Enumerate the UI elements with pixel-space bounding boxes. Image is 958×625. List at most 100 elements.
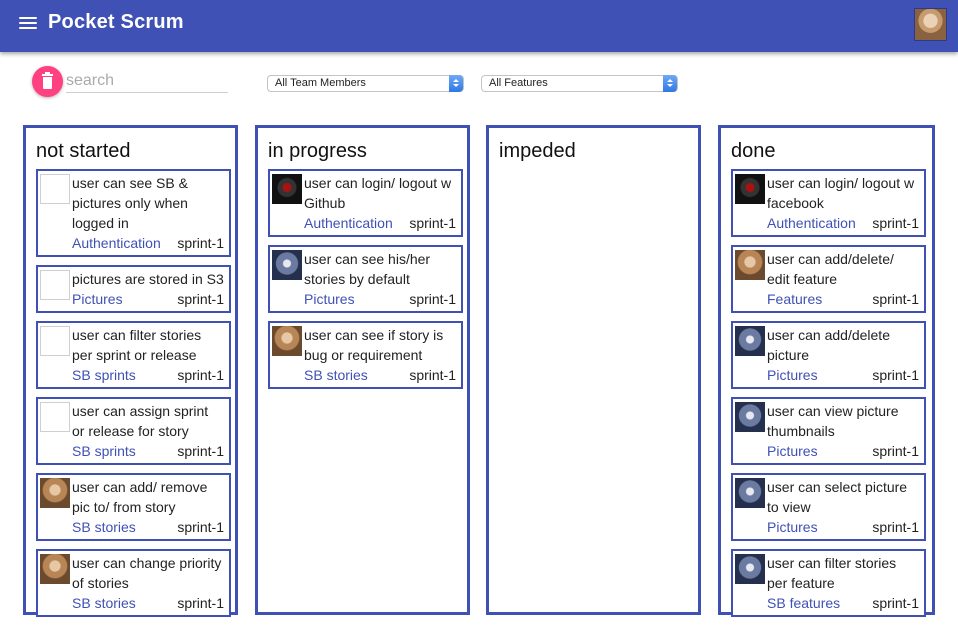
trash-icon-lid — [42, 74, 53, 76]
feature-select-value: All Features — [489, 77, 548, 89]
search-input[interactable] — [66, 70, 228, 93]
story-sprint: sprint-1 — [409, 367, 456, 383]
assignee-avatar — [735, 478, 765, 508]
story-card[interactable]: user can add/ remove pic to/ from story S… — [36, 473, 231, 541]
story-sprint: sprint-1 — [409, 215, 456, 231]
story-text: user can add/ remove pic to/ from story — [72, 479, 208, 515]
story-footer: SB sprints sprint-1 — [72, 365, 224, 385]
column-title: not started — [36, 140, 131, 162]
story-feature-link[interactable]: Authentication — [304, 213, 393, 233]
story-feature-link[interactable]: Features — [767, 289, 822, 309]
assignee-avatar — [40, 270, 70, 300]
story-feature-link[interactable]: Pictures — [304, 289, 355, 309]
story-card[interactable]: user can login/ logout w Github Authentic… — [268, 169, 463, 237]
story-feature-link[interactable]: Authentication — [72, 233, 161, 253]
story-feature-link[interactable]: SB features — [767, 593, 840, 613]
story-text: user can view picture thumbnails — [767, 403, 899, 439]
story-text: user can filter stories per feature — [767, 555, 897, 591]
story-text: user can add/delete/ edit feature — [767, 251, 894, 287]
story-footer: Features sprint-1 — [767, 289, 919, 309]
story-card[interactable]: user can add/delete picture Pictures sprin… — [731, 321, 926, 389]
story-feature-link[interactable]: SB stories — [72, 517, 136, 537]
assignee-avatar — [272, 174, 302, 204]
story-card[interactable]: user can login/ logout w facebook Authent… — [731, 169, 926, 237]
story-text: user can add/delete picture — [767, 327, 890, 363]
assignee-avatar — [40, 554, 70, 584]
story-text: user can assign sprint or release for st… — [72, 403, 209, 439]
column-done: done user can login/ logout w facebook Aut… — [718, 125, 935, 617]
story-card[interactable]: user can select picture to view Pictures s… — [731, 473, 926, 541]
story-sprint: sprint-1 — [177, 291, 224, 307]
story-card[interactable]: user can see his/her stories by default P… — [268, 245, 463, 313]
story-footer: SB sprints sprint-1 — [72, 441, 224, 461]
story-sprint: sprint-1 — [177, 443, 224, 459]
story-text: user can login/ logout w facebook — [767, 175, 915, 211]
assignee-avatar — [272, 326, 302, 356]
story-card[interactable]: user can see SB & pictures only when log… — [36, 169, 231, 257]
story-sprint: sprint-1 — [872, 291, 919, 307]
story-feature-link[interactable]: Authentication — [767, 213, 856, 233]
story-footer: SB stories sprint-1 — [72, 517, 224, 537]
app-bar: Pocket Scrum — [0, 0, 958, 52]
assignee-avatar — [735, 326, 765, 356]
assignee-avatar — [272, 250, 302, 280]
story-sprint: sprint-1 — [872, 443, 919, 459]
story-feature-link[interactable]: SB sprints — [72, 365, 136, 385]
story-feature-link[interactable]: Pictures — [767, 517, 818, 537]
story-text: user can filter stories per sprint or re… — [72, 327, 202, 363]
story-card[interactable]: user can assign sprint or release for st… — [36, 397, 231, 465]
team-member-select[interactable]: All Team Members — [267, 75, 464, 92]
story-text: pictures are stored in S3 — [72, 271, 224, 287]
story-footer: SB features sprint-1 — [767, 593, 919, 613]
story-sprint: sprint-1 — [872, 519, 919, 535]
story-feature-link[interactable]: SB stories — [72, 593, 136, 613]
assignee-avatar — [735, 554, 765, 584]
trash-icon-body — [43, 77, 52, 89]
team-member-select-value: All Team Members — [275, 77, 366, 89]
card-list: user can see SB & pictures only when log… — [36, 169, 231, 625]
story-card[interactable]: user can change priority of stories SB st… — [36, 549, 231, 617]
story-text: user can see SB & pictures only when log… — [72, 175, 188, 231]
story-text: user can login/ logout w Github — [304, 175, 452, 211]
column-impeded: impeded — [486, 125, 701, 615]
story-feature-link[interactable]: Pictures — [767, 441, 818, 461]
app-title: Pocket Scrum — [48, 11, 184, 33]
story-footer: Pictures sprint-1 — [72, 289, 224, 309]
card-list: user can login/ logout w facebook Authent… — [731, 169, 926, 625]
story-card[interactable]: pictures are stored in S3 Pictures sprint-… — [36, 265, 231, 313]
story-sprint: sprint-1 — [872, 367, 919, 383]
story-text: user can see his/her stories by default — [304, 251, 431, 287]
delete-button[interactable] — [32, 66, 63, 97]
story-footer: Authentication sprint-1 — [304, 213, 456, 233]
story-card[interactable]: user can see if story is bug or requirem… — [268, 321, 463, 389]
story-card[interactable]: user can filter stories per sprint or re… — [36, 321, 231, 389]
story-footer: Authentication sprint-1 — [767, 213, 919, 233]
story-footer: Pictures sprint-1 — [304, 289, 456, 309]
story-sprint: sprint-1 — [177, 519, 224, 535]
menu-icon[interactable] — [19, 16, 37, 30]
column-title: in progress — [268, 140, 367, 162]
story-card[interactable]: user can view picture thumbnails Pictures… — [731, 397, 926, 465]
story-feature-link[interactable]: SB stories — [304, 365, 368, 385]
story-footer: Pictures sprint-1 — [767, 517, 919, 537]
chevron-updown-icon — [663, 75, 677, 92]
assignee-avatar — [735, 174, 765, 204]
story-footer: SB stories sprint-1 — [304, 365, 456, 385]
column-not-started: not started user can see SB & pictures on… — [23, 125, 238, 617]
chevron-updown-icon — [449, 75, 463, 92]
story-card[interactable]: user can filter stories per feature SB fe… — [731, 549, 926, 617]
story-sprint: sprint-1 — [177, 235, 224, 251]
story-footer: Pictures sprint-1 — [767, 365, 919, 385]
story-sprint: sprint-1 — [872, 595, 919, 611]
story-card[interactable]: user can add/delete/ edit feature Feature… — [731, 245, 926, 313]
story-sprint: sprint-1 — [872, 215, 919, 231]
assignee-avatar — [40, 174, 70, 204]
story-feature-link[interactable]: Pictures — [767, 365, 818, 385]
story-feature-link[interactable]: Pictures — [72, 289, 123, 309]
story-sprint: sprint-1 — [177, 367, 224, 383]
story-feature-link[interactable]: SB sprints — [72, 441, 136, 461]
card-list: user can login/ logout w Github Authentic… — [268, 169, 463, 397]
user-avatar[interactable] — [914, 8, 947, 41]
story-footer: SB stories sprint-1 — [72, 593, 224, 613]
feature-select[interactable]: All Features — [481, 75, 678, 92]
